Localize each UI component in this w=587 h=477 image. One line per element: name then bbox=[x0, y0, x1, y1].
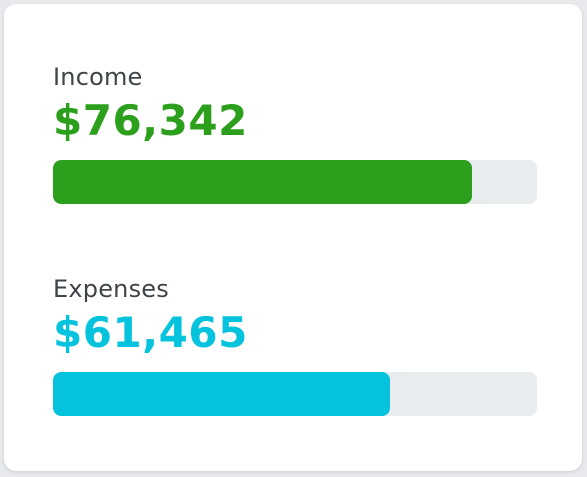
income-expenses-card: Income $76,342 Expenses $61,465 bbox=[4, 4, 582, 471]
income-metric[interactable]: Income $76,342 bbox=[53, 62, 537, 204]
income-progress-fill bbox=[53, 160, 472, 204]
expenses-progress-fill bbox=[53, 372, 391, 416]
income-label: Income bbox=[53, 63, 143, 91]
expenses-metric[interactable]: Expenses $61,465 bbox=[53, 274, 537, 416]
expenses-amount: $61,465 bbox=[53, 308, 248, 357]
expenses-label: Expenses bbox=[53, 275, 169, 303]
income-progress-track bbox=[53, 160, 537, 204]
expenses-progress-track bbox=[53, 372, 537, 416]
income-amount: $76,342 bbox=[53, 96, 248, 145]
